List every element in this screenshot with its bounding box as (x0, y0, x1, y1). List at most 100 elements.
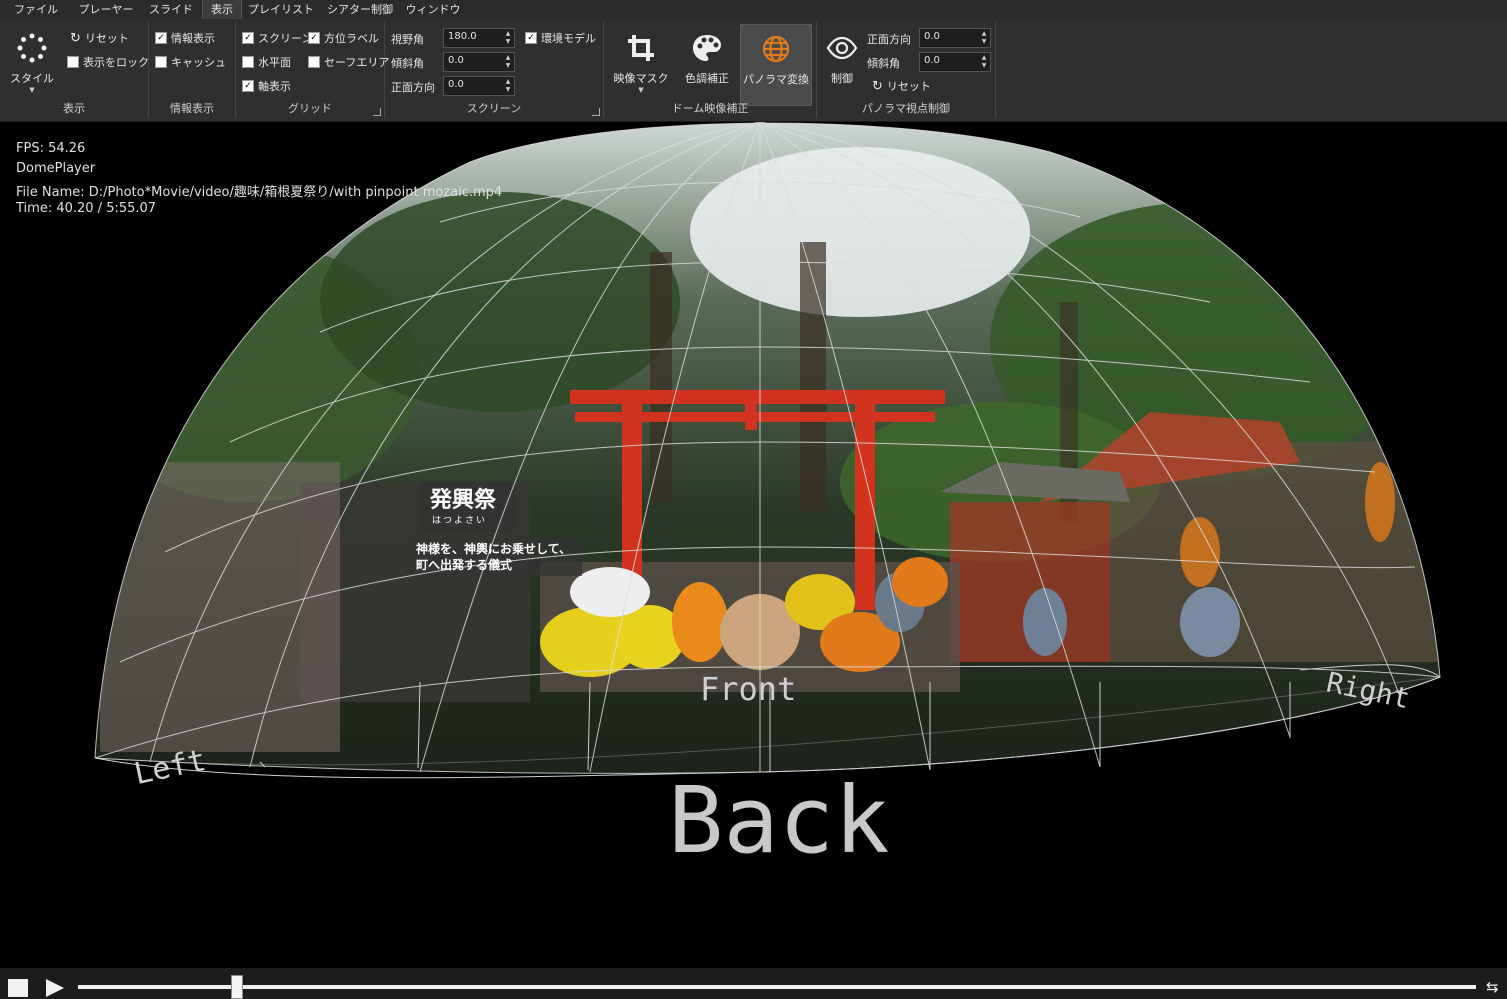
color-correction-label: 色調補正 (685, 72, 729, 85)
group-title-display: 表示 (63, 102, 85, 115)
front-direction-input[interactable]: 0.0 ▲ ▼ (443, 76, 515, 96)
axis-label: 軸表示 (258, 80, 291, 93)
menu-window[interactable]: ウィンドウ (404, 0, 462, 19)
direction-label-front: Front (700, 670, 797, 708)
pano-tilt-label: 傾斜角 (867, 57, 900, 70)
caption-title: 発興祭 (430, 487, 497, 513)
style-label: スタイル (10, 72, 54, 85)
group-panorama-view: 制御 正面方向 0.0 ▲ ▼ 傾斜角 0.0 ▲ ▼ ↻ リセット パノラマ視点制… (817, 22, 996, 118)
grid-dialog-launcher[interactable] (373, 108, 381, 116)
checkbox-icon (155, 56, 167, 68)
cache-checkbox[interactable]: キャッシュ (155, 54, 226, 70)
fov-input[interactable]: 180.0 ▲ ▼ (443, 28, 515, 48)
pano-front-value: 0.0 (924, 31, 940, 42)
panorama-convert-label: パノラマ変換 (743, 73, 809, 86)
video-mask-label: 映像マスク (613, 72, 669, 85)
front-direction-label: 正面方向 (391, 81, 435, 94)
safe-area-checkbox[interactable]: セーフエリア (308, 54, 389, 70)
view-control-button[interactable]: 制御 (819, 24, 865, 104)
pano-front-input[interactable]: 0.0 ▲ ▼ (919, 28, 991, 48)
checkbox-checked-icon: ✓ (242, 32, 254, 44)
checkbox-checked-icon: ✓ (525, 32, 537, 44)
group-display: スタイル ▼ ↻ リセット 表示をロック 表示 (0, 22, 149, 118)
fps-readout: FPS: 54.26 (16, 141, 86, 156)
group-grid: ✓ スクリーン 水平面 ✓ 軸表示 ✓ 方位ラベル セーフエリア グリッド (236, 22, 389, 118)
horizon-label: 水平面 (258, 56, 291, 69)
menu-theater-control[interactable]: シアター制御 (322, 0, 398, 19)
panorama-convert-button[interactable]: パノラマ変換 (740, 24, 812, 106)
tilt-value: 0.0 (448, 55, 464, 66)
ribbon: スタイル ▼ ↻ リセット 表示をロック 表示 ✓ 情報表示 キャッシュ 情報表… (0, 19, 1507, 122)
pano-reset-button[interactable]: ↻ リセット (872, 78, 931, 94)
style-button[interactable]: スタイル ▼ (4, 24, 60, 104)
env-model-checkbox[interactable]: ✓ 環境モデル (525, 30, 596, 46)
menu-player[interactable]: プレーヤー (74, 0, 138, 19)
checkbox-checked-icon: ✓ (308, 32, 320, 44)
cache-label: キャッシュ (171, 56, 226, 69)
seek-thumb[interactable] (230, 975, 243, 999)
group-title-panorama-view: パノラマ視点制御 (862, 102, 950, 115)
app-name: DomePlayer (16, 161, 96, 176)
menu-view[interactable]: 表示 (202, 0, 242, 20)
reset-view-button[interactable]: ↻ リセット (70, 30, 129, 46)
spin-arrows-icon[interactable]: ▲ ▼ (504, 78, 512, 94)
screen-grid-checkbox[interactable]: ✓ スクリーン (242, 30, 312, 46)
spin-arrows-icon[interactable]: ▲ ▼ (504, 30, 512, 46)
direction-label-checkbox[interactable]: ✓ 方位ラベル (308, 30, 379, 46)
checkbox-icon (67, 56, 79, 68)
playback-bar: ⇆ (0, 968, 1507, 999)
menu-slide[interactable]: スライド (146, 0, 196, 19)
lock-label: 表示をロック (83, 56, 149, 69)
group-screen: 視野角 180.0 ▲ ▼ 傾斜角 0.0 ▲ ▼ 正面方向 0.0 ▲ ▼ ✓ 環境… (385, 22, 604, 118)
panorama-image (95, 123, 1440, 774)
front-direction-value: 0.0 (448, 79, 464, 90)
env-model-label: 環境モデル (541, 32, 596, 45)
spin-arrows-icon[interactable]: ▲ ▼ (504, 54, 512, 70)
group-dome-correction: 映像マスク ▼ 色調補正 パノラマ変換 ドーム映像補正 (604, 22, 817, 118)
stop-button[interactable] (8, 979, 28, 997)
horizon-checkbox[interactable]: 水平面 (242, 54, 291, 70)
play-button[interactable] (44, 978, 66, 998)
menu-file[interactable]: ファイル (10, 0, 62, 19)
axis-checkbox[interactable]: ✓ 軸表示 (242, 78, 291, 94)
screen-grid-label: スクリーン (258, 32, 313, 45)
group-title-screen: スクリーン (466, 102, 522, 115)
pano-reset-label: リセット (886, 80, 931, 93)
pano-tilt-value: 0.0 (924, 55, 940, 66)
reset-label: リセット (84, 32, 129, 45)
reset-icon: ↻ (872, 78, 883, 94)
chevron-down-icon: ▼ (638, 86, 644, 94)
checkbox-checked-icon: ✓ (155, 32, 167, 44)
pano-tilt-input[interactable]: 0.0 ▲ ▼ (919, 52, 991, 72)
spin-arrows-icon[interactable]: ▲ ▼ (980, 54, 988, 70)
spin-arrows-icon[interactable]: ▲ ▼ (980, 30, 988, 46)
playlist-toggle-icon[interactable]: ⇆ (1486, 978, 1499, 996)
group-title-dome: ドーム映像補正 (671, 102, 749, 115)
menu-playlist[interactable]: プレイリスト (248, 0, 314, 19)
color-correction-button[interactable]: 色調補正 (676, 24, 738, 104)
reset-icon: ↻ (70, 30, 81, 46)
caption-line2: 町へ出発する儀式 (416, 558, 513, 572)
caption-ruby: はつよさい (432, 516, 488, 526)
globe-icon (756, 29, 796, 69)
caption-line1: 神様を、神輿にお乗せして、 (416, 542, 572, 556)
chevron-down-icon: ▼ (29, 86, 35, 94)
screen-dialog-launcher[interactable] (592, 108, 600, 116)
fov-label: 視野角 (391, 33, 424, 46)
checkbox-icon (308, 56, 320, 68)
crop-icon (621, 28, 661, 68)
fov-value: 180.0 (448, 31, 477, 42)
checkbox-checked-icon: ✓ (242, 80, 254, 92)
seek-bar[interactable] (78, 975, 1476, 999)
tilt-input[interactable]: 0.0 ▲ ▼ (443, 52, 515, 72)
eye-icon (822, 28, 862, 68)
info-display-checkbox[interactable]: ✓ 情報表示 (155, 30, 215, 46)
info-label: 情報表示 (171, 32, 215, 45)
time-readout: Time: 40.20 / 5:55.07 (16, 201, 157, 216)
palette-icon (687, 28, 727, 68)
dome-viewport[interactable]: 発興祭 はつよさい 神様を、神輿にお乗せして、 町へ出発する儀式 Front R… (0, 122, 1507, 968)
group-info: ✓ 情報表示 キャッシュ 情報表示 (149, 22, 236, 118)
checkbox-icon (242, 56, 254, 68)
video-mask-button[interactable]: 映像マスク ▼ (610, 24, 672, 104)
lock-display-checkbox[interactable]: 表示をロック (67, 54, 149, 70)
